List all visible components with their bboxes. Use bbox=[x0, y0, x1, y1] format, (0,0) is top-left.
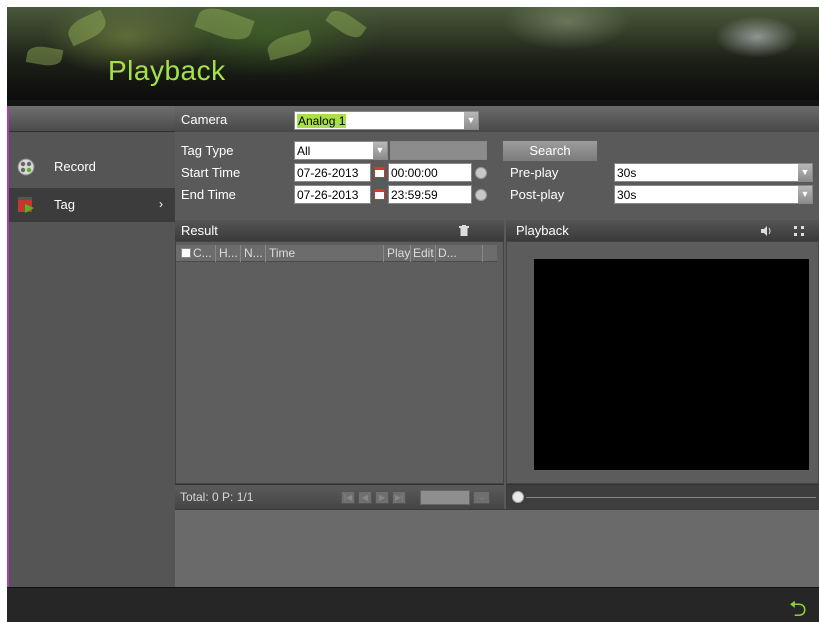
video-panel bbox=[506, 241, 819, 484]
sidebar-item-record[interactable]: Record bbox=[9, 150, 175, 184]
pager-text: Total: 0 P: 1/1 bbox=[180, 490, 254, 504]
result-header: Result bbox=[175, 220, 504, 241]
go-page-icon[interactable]: → bbox=[473, 491, 490, 504]
seek-bar[interactable] bbox=[506, 484, 819, 509]
playback-title: Playback bbox=[516, 223, 569, 238]
clock-icon[interactable] bbox=[475, 167, 487, 179]
tag-keyword-input[interactable] bbox=[390, 141, 487, 160]
start-time-input[interactable]: 00:00:00 bbox=[388, 163, 472, 182]
sidebar-header bbox=[9, 106, 175, 132]
preplay-label: Pre-play bbox=[510, 165, 559, 180]
prev-page-icon[interactable]: ◀ bbox=[358, 491, 372, 504]
calendar-icon[interactable] bbox=[374, 167, 385, 178]
record-icon bbox=[17, 158, 35, 176]
end-date-input[interactable]: 07-26-2013 bbox=[294, 185, 371, 204]
camera-label: Camera bbox=[181, 112, 228, 127]
playback-header: Playback bbox=[506, 220, 819, 241]
trash-icon[interactable] bbox=[459, 225, 469, 236]
clock-icon[interactable] bbox=[475, 189, 487, 201]
fullscreen-icon[interactable] bbox=[794, 226, 804, 236]
sidebar: Record Tag › bbox=[7, 106, 175, 587]
camera-select[interactable]: Analog 1 ▼ bbox=[294, 111, 479, 130]
result-title: Result bbox=[181, 223, 218, 238]
column-header[interactable]: N... bbox=[244, 246, 263, 260]
camera-bar: Camera Analog 1 ▼ bbox=[175, 106, 819, 132]
end-time-label: End Time bbox=[181, 187, 236, 202]
sidebar-item-label: Tag bbox=[54, 197, 75, 212]
app-window: Playback Record Tag › Camera Analog 1 ▼ … bbox=[7, 7, 819, 622]
start-date-input[interactable]: 07-26-2013 bbox=[294, 163, 371, 182]
chevron-down-icon: ▼ bbox=[464, 112, 478, 129]
search-button[interactable]: Search bbox=[502, 140, 598, 162]
column-header[interactable]: C... bbox=[193, 246, 212, 260]
result-table: C... H... N... Time Play Edit D... bbox=[175, 241, 504, 484]
chevron-down-icon: ▼ bbox=[373, 142, 387, 159]
column-header[interactable]: Edit bbox=[413, 246, 434, 260]
volume-icon[interactable] bbox=[761, 226, 772, 236]
chevron-down-icon: ▼ bbox=[798, 186, 812, 203]
back-icon[interactable]: ⮌ bbox=[789, 592, 807, 622]
seek-track bbox=[526, 497, 816, 498]
start-time-label: Start Time bbox=[181, 165, 241, 180]
column-header[interactable]: D... bbox=[438, 246, 457, 260]
tag-icon bbox=[18, 197, 34, 213]
sidebar-item-label: Record bbox=[54, 159, 96, 174]
column-header[interactable]: H... bbox=[219, 246, 238, 260]
calendar-icon[interactable] bbox=[374, 189, 385, 200]
first-page-icon[interactable]: |◀ bbox=[341, 491, 355, 504]
pagination-bar: Total: 0 P: 1/1 |◀ ◀ ▶ ▶| → bbox=[175, 484, 504, 509]
select-all-checkbox[interactable] bbox=[181, 248, 191, 258]
table-header: C... H... N... Time Play Edit D... bbox=[176, 245, 497, 262]
chevron-right-icon: › bbox=[159, 197, 163, 211]
postplay-select[interactable]: 30s ▼ bbox=[614, 185, 813, 204]
chevron-down-icon: ▼ bbox=[798, 164, 812, 181]
main-panel: Camera Analog 1 ▼ Tag Type All ▼ Start T… bbox=[175, 106, 819, 587]
preplay-select[interactable]: 30s ▼ bbox=[614, 163, 813, 182]
footer-bar: ⮌ bbox=[7, 587, 819, 622]
lower-panel bbox=[175, 509, 819, 587]
page-title: Playback bbox=[108, 55, 226, 86]
tag-type-label: Tag Type bbox=[181, 143, 234, 158]
end-time-input[interactable]: 23:59:59 bbox=[388, 185, 472, 204]
column-header[interactable]: Play bbox=[387, 246, 410, 260]
sidebar-item-tag[interactable]: Tag › bbox=[9, 188, 175, 222]
postplay-label: Post-play bbox=[510, 187, 565, 202]
column-header[interactable]: Time bbox=[269, 246, 295, 260]
tag-type-select[interactable]: All ▼ bbox=[294, 141, 388, 160]
header-banner: Playback bbox=[7, 7, 819, 100]
last-page-icon[interactable]: ▶| bbox=[392, 491, 406, 504]
page-number-input[interactable] bbox=[420, 490, 470, 505]
next-page-icon[interactable]: ▶ bbox=[375, 491, 389, 504]
seek-handle[interactable] bbox=[512, 491, 524, 503]
video-screen[interactable] bbox=[534, 259, 809, 470]
